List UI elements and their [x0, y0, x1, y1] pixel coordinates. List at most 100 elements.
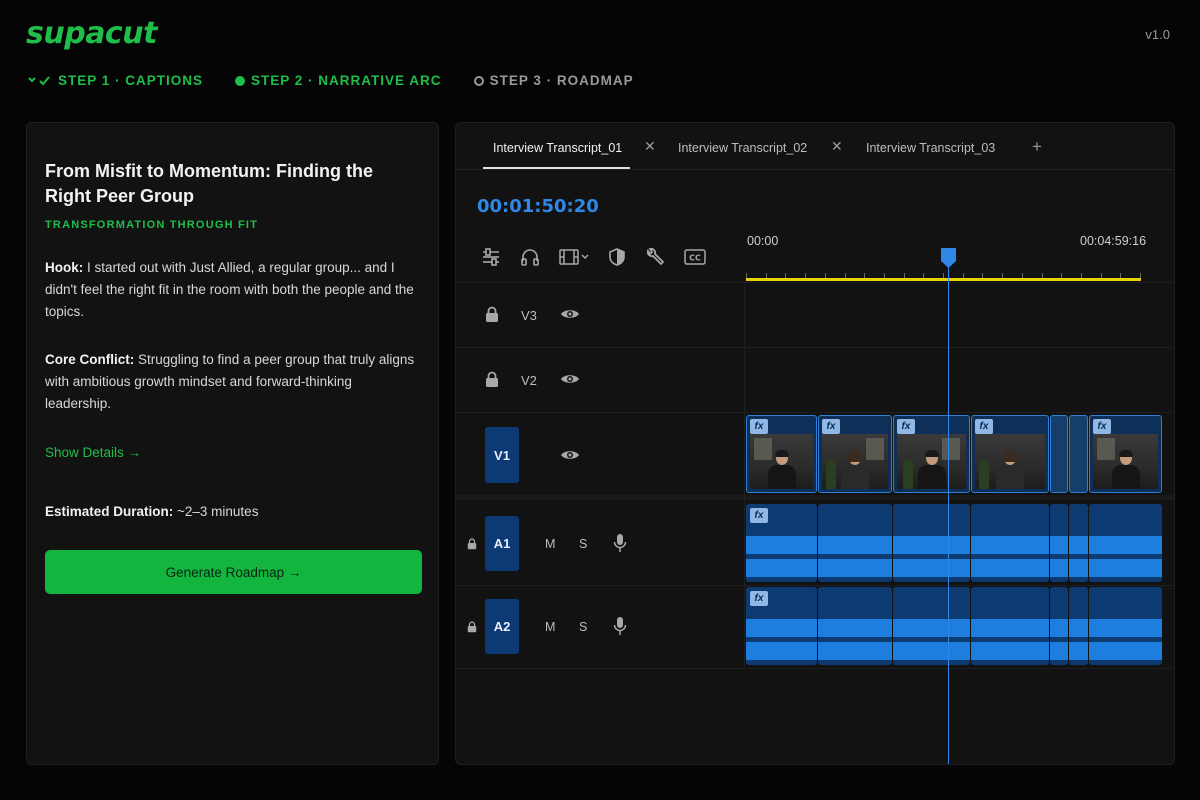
waveform	[746, 559, 817, 577]
track-divider	[456, 412, 1174, 413]
audio-clip[interactable]	[1069, 504, 1088, 582]
hook-paragraph: Hook: I started out with Just Allied, a …	[45, 257, 420, 323]
shield-icon[interactable]	[608, 248, 626, 266]
lock-icon[interactable]	[485, 306, 499, 328]
timecode-display: 00:01:50:20	[477, 196, 599, 217]
wrench-icon[interactable]	[645, 248, 665, 266]
conflict-label: Core Conflict:	[45, 352, 135, 367]
close-icon[interactable]: ✕	[831, 138, 843, 155]
ruler-end-time: 00:04:59:16	[1080, 234, 1147, 248]
story-title: From Misfit to Momentum: Finding the Rig…	[45, 161, 373, 206]
video-clip[interactable]: fx	[893, 415, 970, 493]
eye-icon[interactable]	[560, 307, 580, 326]
mute-button[interactable]: M	[545, 620, 555, 634]
film-icon[interactable]	[559, 248, 589, 266]
waveform	[1069, 642, 1088, 660]
work-area-bar[interactable]	[746, 278, 1141, 281]
playhead-handle[interactable]	[941, 248, 956, 268]
track-divider	[456, 668, 1174, 669]
step-roadmap[interactable]: STEP 3 · ROADMAP	[473, 73, 634, 88]
step-progress: STEP 1 · CAPTIONS STEP 2 · NARRATIVE ARC…	[28, 73, 666, 88]
pending-circle-icon	[473, 75, 484, 86]
eye-icon[interactable]	[560, 448, 580, 467]
solo-button[interactable]: S	[579, 537, 587, 551]
audio-clip[interactable]	[1050, 587, 1068, 665]
audio-clip[interactable]	[1050, 504, 1068, 582]
cc-label: CC	[689, 254, 701, 263]
waveform	[818, 559, 892, 577]
audio-clip[interactable]	[971, 504, 1049, 582]
video-clip[interactable]: fx	[818, 415, 892, 493]
audio-clip[interactable]: fx	[746, 504, 817, 582]
track-target-a1[interactable]: A1	[485, 516, 519, 571]
track-divider	[456, 282, 1174, 283]
waveform	[893, 559, 970, 577]
version-label: v1.0	[1145, 27, 1170, 42]
track-target-v1[interactable]: V1	[485, 427, 519, 483]
video-clip[interactable]: fx	[1089, 415, 1162, 493]
tab-transcript-02[interactable]: Interview Transcript_02	[678, 141, 807, 155]
story-subtitle: TRANSFORMATION THROUGH FIT	[45, 219, 259, 231]
transcript-tabs: Interview Transcript_01 ✕ Interview Tran…	[456, 123, 1174, 170]
active-tab-indicator	[483, 167, 630, 169]
audio-clip[interactable]	[893, 504, 970, 582]
tab-transcript-01[interactable]: Interview Transcript_01	[493, 141, 622, 155]
audio-clip[interactable]	[893, 587, 970, 665]
waveform	[971, 559, 1049, 577]
microphone-icon[interactable]	[613, 533, 627, 558]
lock-icon[interactable]	[467, 537, 477, 555]
audio-clip[interactable]	[1089, 504, 1162, 582]
clip-thumbnail	[897, 434, 966, 489]
waveform	[1069, 536, 1088, 554]
video-clip[interactable]	[1069, 415, 1088, 493]
track-label-v3: V3	[521, 308, 537, 323]
fx-badge: fx	[822, 419, 840, 434]
estimated-duration: Estimated Duration: ~2–3 minutes	[45, 504, 420, 519]
lock-icon[interactable]	[467, 620, 477, 638]
waveform	[746, 642, 817, 660]
tab-transcript-03[interactable]: Interview Transcript_03	[866, 141, 995, 155]
fx-badge: fx	[750, 419, 768, 434]
waveform	[1089, 642, 1162, 660]
microphone-icon[interactable]	[613, 616, 627, 641]
active-dot-icon	[235, 75, 246, 86]
step-captions[interactable]: STEP 1 · CAPTIONS	[28, 73, 203, 88]
track-divider	[456, 495, 1174, 500]
app-logo: supacut	[26, 16, 157, 51]
conflict-paragraph: Core Conflict: Struggling to find a peer…	[45, 349, 420, 415]
lock-icon[interactable]	[485, 371, 499, 393]
generate-roadmap-button[interactable]: Generate Roadmap →	[45, 550, 422, 594]
add-tab-icon[interactable]: +	[1032, 137, 1042, 157]
eye-icon[interactable]	[560, 372, 580, 391]
mute-button[interactable]: M	[545, 537, 555, 551]
audio-clip[interactable]: fx	[746, 587, 817, 665]
audio-clip[interactable]	[1089, 587, 1162, 665]
waveform	[1050, 536, 1068, 554]
cc-icon[interactable]: CC	[684, 249, 706, 265]
clip-thumbnail	[750, 434, 813, 489]
step-label: STEP 1 · CAPTIONS	[58, 73, 204, 88]
ruler-start-time: 00:00	[747, 234, 779, 248]
headphones-icon[interactable]	[520, 248, 540, 266]
waveform	[893, 619, 970, 637]
waveform	[1089, 619, 1162, 637]
video-clip[interactable]: fx	[971, 415, 1049, 493]
close-icon[interactable]: ✕	[644, 138, 656, 155]
duration-label: Estimated Duration:	[45, 504, 174, 519]
video-clip[interactable]	[1050, 415, 1068, 493]
settings-sliders-icon[interactable]	[481, 248, 501, 266]
track-target-a2[interactable]: A2	[485, 599, 519, 654]
waveform	[746, 536, 817, 554]
step-narrative-arc[interactable]: STEP 2 · NARRATIVE ARC	[235, 73, 442, 88]
solo-button[interactable]: S	[579, 620, 587, 634]
audio-clip[interactable]	[818, 587, 892, 665]
clip-thumbnail	[822, 434, 888, 489]
clip-thumbnail	[975, 434, 1045, 489]
audio-clip[interactable]	[971, 587, 1049, 665]
show-details-link[interactable]: Show Details →	[45, 445, 420, 460]
waveform	[1050, 619, 1068, 637]
video-clip[interactable]: fx	[746, 415, 817, 493]
audio-clip[interactable]	[1069, 587, 1088, 665]
audio-clip[interactable]	[818, 504, 892, 582]
duration-value: ~2–3 minutes	[173, 504, 259, 519]
